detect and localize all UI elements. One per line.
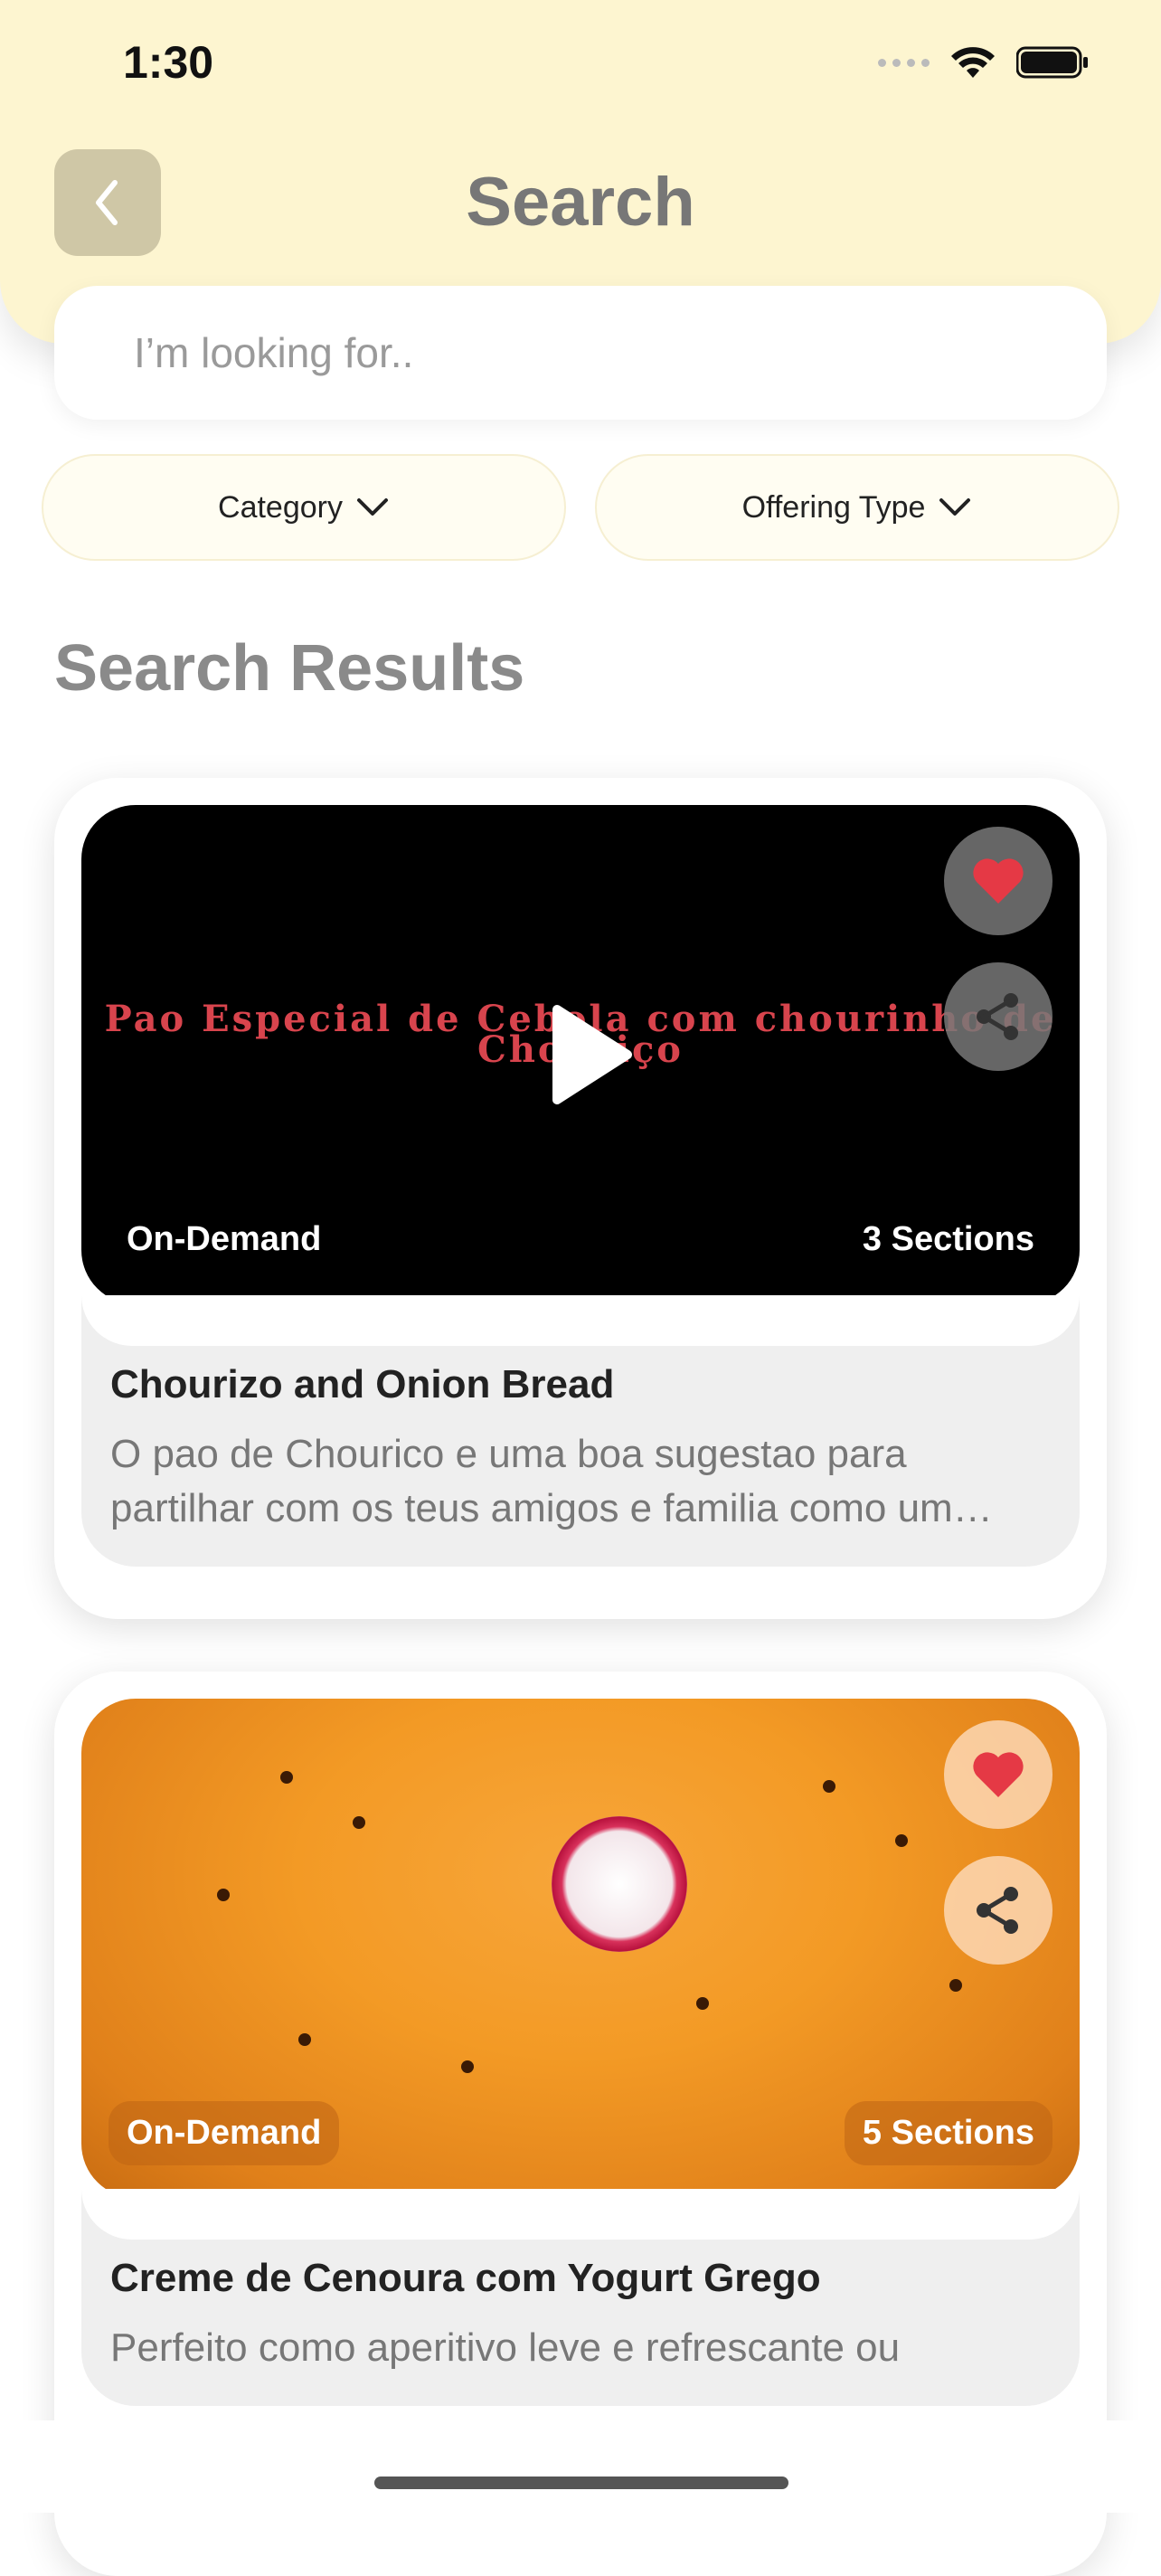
sections-badge: 5 Sections bbox=[844, 2101, 1052, 2165]
sections-badge: 3 Sections bbox=[862, 1220, 1034, 1258]
pepper-spot bbox=[949, 1979, 962, 1992]
favorite-button[interactable] bbox=[944, 827, 1052, 935]
offering-type-filter[interactable]: Offering Type bbox=[595, 454, 1119, 561]
share-icon bbox=[977, 993, 1018, 1040]
share-button[interactable] bbox=[944, 962, 1052, 1071]
status-icons bbox=[878, 45, 1089, 80]
home-indicator[interactable] bbox=[374, 2477, 788, 2489]
heart-icon bbox=[973, 1752, 1024, 1797]
heart-icon bbox=[973, 858, 1024, 904]
card-info: Creme de Cenoura com Yogurt Grego Perfei… bbox=[81, 2189, 1080, 2406]
share-icon bbox=[977, 1887, 1018, 1934]
battery-icon bbox=[1016, 46, 1088, 79]
item-title: Chourizo and Onion Bread bbox=[110, 1362, 615, 1406]
favorite-button[interactable] bbox=[944, 1720, 1052, 1829]
play-icon[interactable] bbox=[544, 1000, 635, 1109]
category-filter-label: Category bbox=[218, 489, 343, 525]
pepper-spot bbox=[353, 1816, 365, 1829]
pepper-spot bbox=[461, 2060, 474, 2073]
video-thumbnail[interactable]: Pao Especial de Cebola com chourinho de … bbox=[81, 805, 1080, 1304]
item-description: Perfeito como aperitivo leve e refrescan… bbox=[110, 2325, 901, 2370]
search-input[interactable]: I’m looking for.. bbox=[54, 286, 1107, 420]
pepper-spot bbox=[823, 1780, 835, 1793]
bottom-safe-area bbox=[0, 2420, 1161, 2513]
offering-type-badge: On-Demand bbox=[109, 2101, 340, 2165]
status-time: 1:30 bbox=[123, 37, 214, 88]
recipe-image[interactable]: On-Demand 5 Sections bbox=[81, 1699, 1080, 2198]
search-placeholder: I’m looking for.. bbox=[134, 329, 414, 376]
offering-type-filter-label: Offering Type bbox=[741, 489, 926, 525]
chevron-down-icon bbox=[356, 498, 388, 516]
offering-type-badge: On-Demand bbox=[127, 1220, 322, 1258]
item-description: O pao de Chourico e uma boa sugestao par… bbox=[110, 1432, 993, 1530]
search-results-title: Search Results bbox=[54, 632, 525, 705]
item-title: Creme de Cenoura com Yogurt Grego bbox=[110, 2256, 821, 2300]
result-card[interactable]: Pao Especial de Cebola com chourinho de … bbox=[54, 778, 1107, 1619]
chevron-down-icon bbox=[939, 498, 971, 516]
pepper-spot bbox=[217, 1889, 230, 1901]
pepper-spot bbox=[696, 1997, 709, 2010]
signal-icon bbox=[878, 58, 930, 67]
wifi-icon bbox=[951, 47, 995, 78]
page-title: Search bbox=[466, 164, 695, 241]
share-button[interactable] bbox=[944, 1856, 1052, 1965]
card-info: Chourizo and Onion Bread O pao de Chouri… bbox=[81, 1295, 1080, 1567]
pepper-spot bbox=[298, 2033, 311, 2046]
category-filter[interactable]: Category bbox=[42, 454, 566, 561]
pepper-spot bbox=[280, 1771, 293, 1784]
pepper-spot bbox=[895, 1834, 908, 1847]
radish-garnish bbox=[552, 1816, 687, 1952]
